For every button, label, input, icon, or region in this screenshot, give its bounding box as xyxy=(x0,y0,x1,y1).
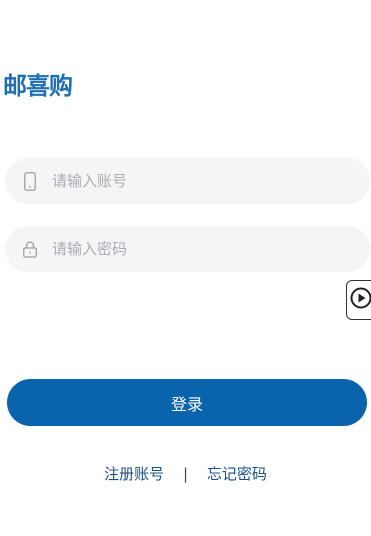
account-input[interactable] xyxy=(52,172,332,190)
password-field-container[interactable] xyxy=(5,226,370,272)
register-link[interactable]: 注册账号 xyxy=(104,463,164,484)
account-field-container[interactable] xyxy=(5,158,370,204)
floating-play-button[interactable] xyxy=(346,280,371,320)
forgot-password-link[interactable]: 忘记密码 xyxy=(207,463,267,484)
link-separator: | xyxy=(182,465,189,483)
phone-icon xyxy=(22,171,38,191)
login-button[interactable]: 登录 xyxy=(7,379,367,426)
play-icon xyxy=(350,287,371,313)
password-input[interactable] xyxy=(52,240,332,258)
auth-links: 注册账号 | 忘记密码 xyxy=(0,463,371,484)
brand-logo: 邮喜购 xyxy=(3,72,73,100)
lock-icon xyxy=(22,239,38,259)
